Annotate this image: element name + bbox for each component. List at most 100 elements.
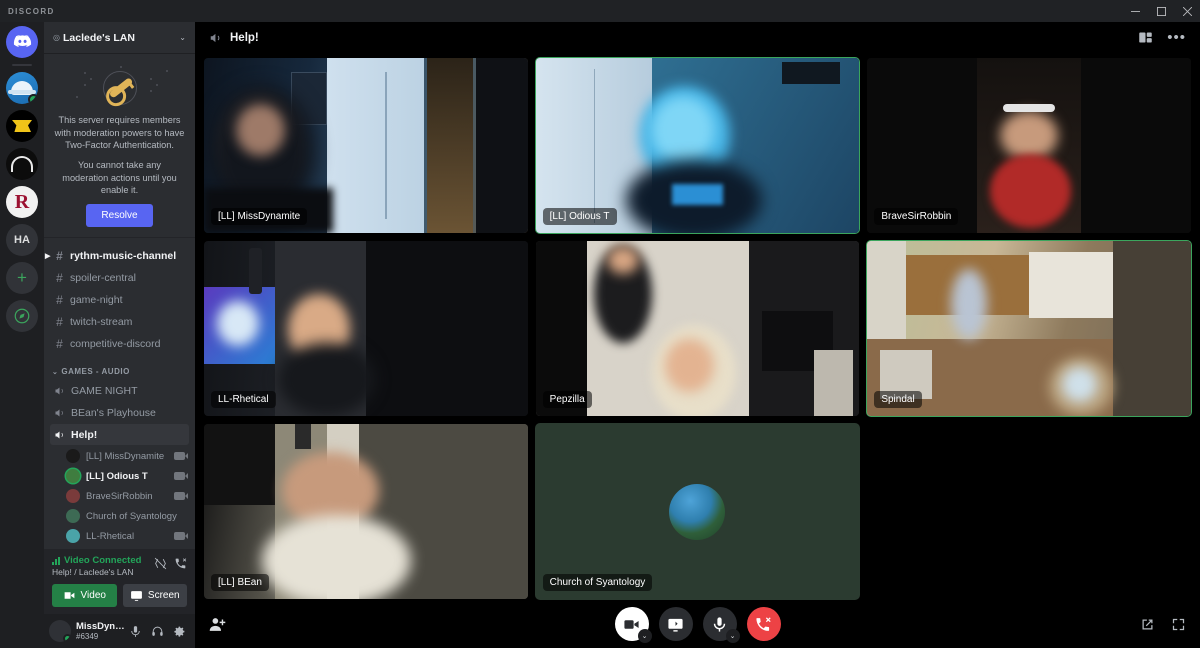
- popout-icon[interactable]: [1140, 617, 1155, 632]
- resolve-button[interactable]: Resolve: [86, 204, 153, 228]
- tile-name-label: Spindal: [874, 391, 922, 408]
- voice-member-label: Church of Syantology: [86, 510, 177, 522]
- toggle-mic-button[interactable]: ⌄: [702, 607, 740, 643]
- speaker-icon: [54, 429, 66, 441]
- server-name: Laclede's LAN: [62, 31, 135, 44]
- video-tile-missdynamite[interactable]: [LL] MissDynamite: [203, 57, 529, 234]
- explore-servers-button[interactable]: [6, 300, 38, 332]
- video-tile-bean[interactable]: [LL] BEan: [203, 423, 529, 600]
- channel-label: spoiler-central: [70, 271, 136, 284]
- app-body: R HA + ◎ Laclede's LAN ⌄ This server req…: [0, 22, 1200, 648]
- add-person-button[interactable]: [209, 616, 226, 633]
- mfa-notice: This server requires members with modera…: [44, 54, 195, 239]
- avatar: [66, 509, 80, 524]
- channel-twitch-stream[interactable]: # twitch-stream: [50, 311, 189, 332]
- discord-wordmark: DISCORD: [8, 6, 55, 16]
- guild-icon-laclede[interactable]: [6, 72, 38, 104]
- call-control-bar: ⌄ ⌄: [195, 600, 1200, 648]
- more-options-icon[interactable]: •••: [1167, 30, 1186, 45]
- voice-channel-game-night[interactable]: GAME NIGHT: [50, 380, 189, 401]
- tile-name-label: [LL] MissDynamite: [211, 208, 308, 225]
- chevron-down-icon: ⌄: [179, 33, 186, 42]
- noise-suppression-icon[interactable]: [154, 557, 167, 570]
- minimize-button[interactable]: [1122, 0, 1148, 22]
- guild-icon-ha[interactable]: HA: [6, 224, 38, 256]
- user-bar: MissDynam... #6349: [44, 614, 195, 648]
- username: MissDynam...: [76, 621, 125, 632]
- avatar[interactable]: [49, 620, 71, 642]
- video-tile-ll-rhetical[interactable]: LL-Rhetical: [203, 240, 529, 417]
- video-toggle-button[interactable]: Video: [52, 584, 117, 607]
- channel-spoiler-central[interactable]: # spoiler-central: [50, 267, 189, 288]
- channel-competitive-discord[interactable]: # competitive-discord: [50, 333, 189, 354]
- hash-icon: #: [56, 248, 63, 263]
- share-screen-button[interactable]: [658, 607, 693, 641]
- guild-rail: R HA +: [0, 22, 44, 648]
- guild-separator: [12, 64, 32, 66]
- mic-options-chevron[interactable]: ⌄: [725, 629, 740, 643]
- disconnect-call-icon[interactable]: [174, 557, 187, 570]
- user-discriminator: #6349: [76, 632, 99, 641]
- video-grid: [LL] MissDynamite [LL] Odious T BraveSir…: [203, 57, 1192, 600]
- guild-art: [11, 156, 33, 172]
- deafen-button[interactable]: [147, 619, 168, 643]
- video-icon: [174, 532, 188, 541]
- voice-channel-label: Help!: [71, 428, 98, 441]
- tile-name-label: [LL] BEan: [211, 574, 269, 591]
- channel-game-night[interactable]: # game-night: [50, 289, 189, 310]
- video-icon: [174, 472, 188, 481]
- hash-icon: #: [56, 314, 63, 329]
- shield-icon: ◎: [53, 33, 60, 42]
- gear-icon: [174, 626, 185, 637]
- voice-member-church-of-syantology[interactable]: Church of Syantology: [62, 506, 189, 526]
- toggle-camera-button[interactable]: ⌄: [614, 607, 652, 643]
- video-button-label: Video: [80, 590, 106, 601]
- voice-member-missdynamite[interactable]: [LL] MissDynamite: [62, 446, 189, 466]
- tile-name-label: LL-Rhetical: [211, 391, 276, 408]
- voice-status-label: Video Connected: [64, 555, 142, 566]
- video-tile-bravesirrobbin[interactable]: BraveSirRobbin: [866, 57, 1192, 234]
- maximize-button[interactable]: [1148, 0, 1174, 22]
- mfa-text-primary: This server requires members with modera…: [54, 115, 185, 151]
- server-header[interactable]: ◎ Laclede's LAN ⌄: [44, 22, 195, 54]
- channel-label: twitch-stream: [70, 315, 133, 328]
- hangup-icon: [756, 616, 771, 631]
- main-content: Help! ••• [LL] MissDynamite [LL] Odious …: [195, 22, 1200, 648]
- grid-view-icon[interactable]: [1138, 30, 1153, 45]
- video-tile-pepzilla[interactable]: Pepzilla: [534, 240, 861, 417]
- screen-share-button[interactable]: Screen: [122, 584, 187, 607]
- avatar: [669, 483, 726, 540]
- video-tile-odious-t[interactable]: [LL] Odious T: [534, 57, 861, 234]
- camera-options-chevron[interactable]: ⌄: [637, 629, 652, 643]
- video-feed: [204, 241, 528, 416]
- unread-indicator: ▶: [45, 252, 51, 260]
- avatar: [66, 489, 80, 504]
- voice-channel-help[interactable]: Help!: [50, 424, 189, 446]
- tile-name-label: Church of Syantology: [542, 574, 653, 591]
- disconnect-button[interactable]: [746, 607, 781, 641]
- video-tile-spindal[interactable]: Spindal: [866, 240, 1192, 417]
- guild-icon-arch[interactable]: [6, 148, 38, 180]
- video-feed: [867, 58, 1191, 233]
- headphones-icon: [152, 626, 163, 636]
- voice-channel-beans-playhouse[interactable]: BEan's Playhouse: [50, 402, 189, 423]
- user-identity[interactable]: MissDynam... #6349: [76, 621, 125, 641]
- hash-icon: #: [56, 292, 63, 307]
- add-server-button[interactable]: +: [6, 262, 38, 294]
- voice-member-odious-t[interactable]: [LL] Odious T: [62, 466, 189, 486]
- avatar: [66, 449, 80, 464]
- voice-member-ll-rhetical[interactable]: LL-Rhetical: [62, 526, 189, 546]
- mute-mic-button[interactable]: [125, 619, 146, 643]
- user-settings-button[interactable]: [169, 619, 190, 643]
- close-button[interactable]: [1174, 0, 1200, 22]
- guild-icon-rr[interactable]: R: [6, 186, 38, 218]
- guild-home-button[interactable]: [6, 26, 38, 58]
- voice-member-bravesirrobbin[interactable]: BraveSirRobbin: [62, 486, 189, 506]
- video-tile-church-of-syantology[interactable]: Church of Syantology: [534, 423, 861, 600]
- fullscreen-icon[interactable]: [1171, 617, 1186, 632]
- hash-icon: #: [56, 270, 63, 285]
- channel-label: rythm-music-channel: [70, 249, 177, 262]
- channel-rythm-music-channel[interactable]: ▶ # rythm-music-channel: [45, 245, 189, 266]
- guild-icon-anvil[interactable]: [6, 110, 38, 142]
- category-games-audio[interactable]: ⌄ GAMES - AUDIO: [44, 355, 195, 379]
